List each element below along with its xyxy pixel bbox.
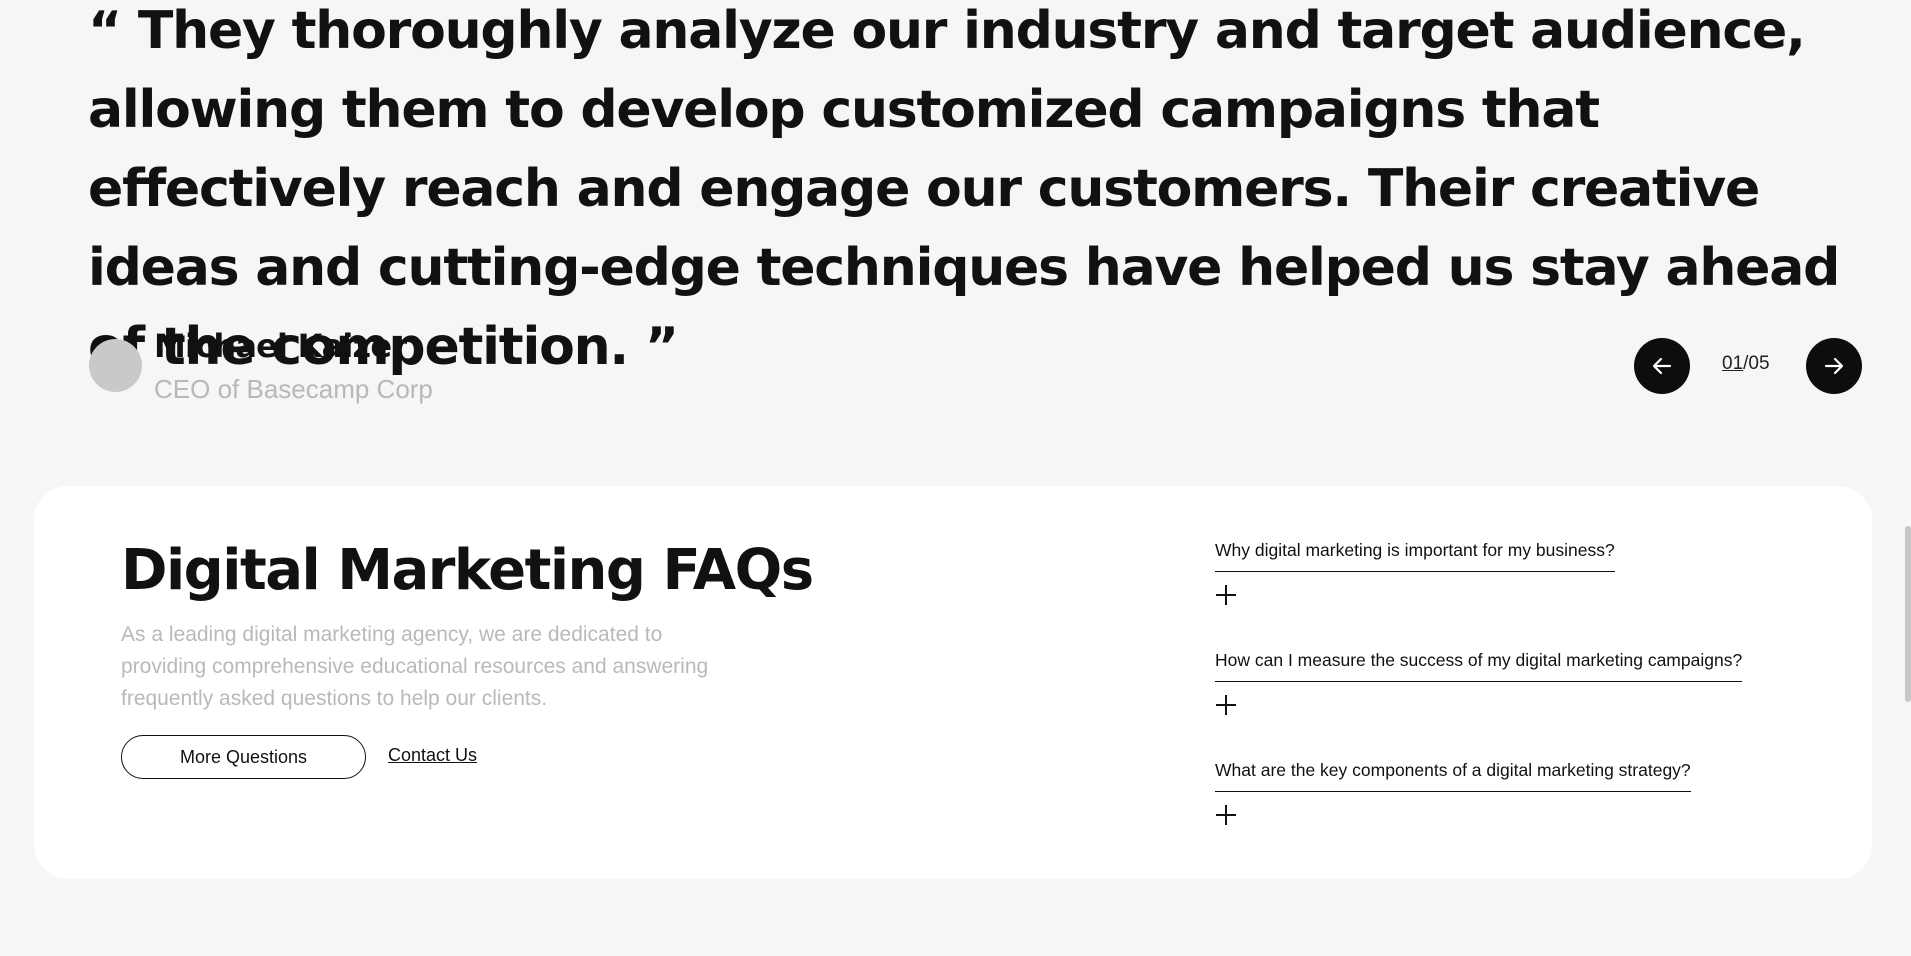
author-name: Michael Kaizer	[154, 327, 407, 365]
faq-item: What are the key components of a digital…	[1215, 760, 1691, 826]
scrollbar-thumb[interactable]	[1905, 526, 1911, 702]
previous-testimonial-button[interactable]	[1634, 338, 1690, 394]
author-avatar	[89, 339, 142, 392]
pager-total: /05	[1743, 353, 1770, 374]
contact-us-link[interactable]: Contact Us	[388, 745, 477, 766]
plus-icon[interactable]	[1215, 694, 1237, 716]
faq-item: Why digital marketing is important for m…	[1215, 540, 1615, 606]
pager-current: 01	[1722, 353, 1744, 374]
faq-question[interactable]: How can I measure the success of my digi…	[1215, 650, 1743, 682]
faq-item: How can I measure the success of my digi…	[1215, 650, 1743, 716]
scrollbar[interactable]	[1903, 0, 1911, 956]
author-role: CEO of Basecamp Corp	[154, 374, 433, 404]
faq-description: As a leading digital marketing agency, w…	[121, 623, 709, 710]
faq-section: Digital Marketing FAQs As a leading digi…	[34, 486, 1872, 879]
arrow-right-icon	[1824, 357, 1844, 375]
faq-question[interactable]: Why digital marketing is important for m…	[1215, 540, 1615, 572]
plus-icon[interactable]	[1215, 584, 1237, 606]
testimonial-pager: 01/05	[1722, 353, 1770, 375]
plus-icon[interactable]	[1215, 804, 1237, 826]
faq-question[interactable]: What are the key components of a digital…	[1215, 760, 1691, 792]
faq-title: Digital Marketing FAQs	[121, 538, 814, 603]
arrow-left-icon	[1652, 357, 1672, 375]
next-testimonial-button[interactable]	[1806, 338, 1862, 394]
more-questions-button[interactable]: More Questions	[121, 735, 366, 779]
